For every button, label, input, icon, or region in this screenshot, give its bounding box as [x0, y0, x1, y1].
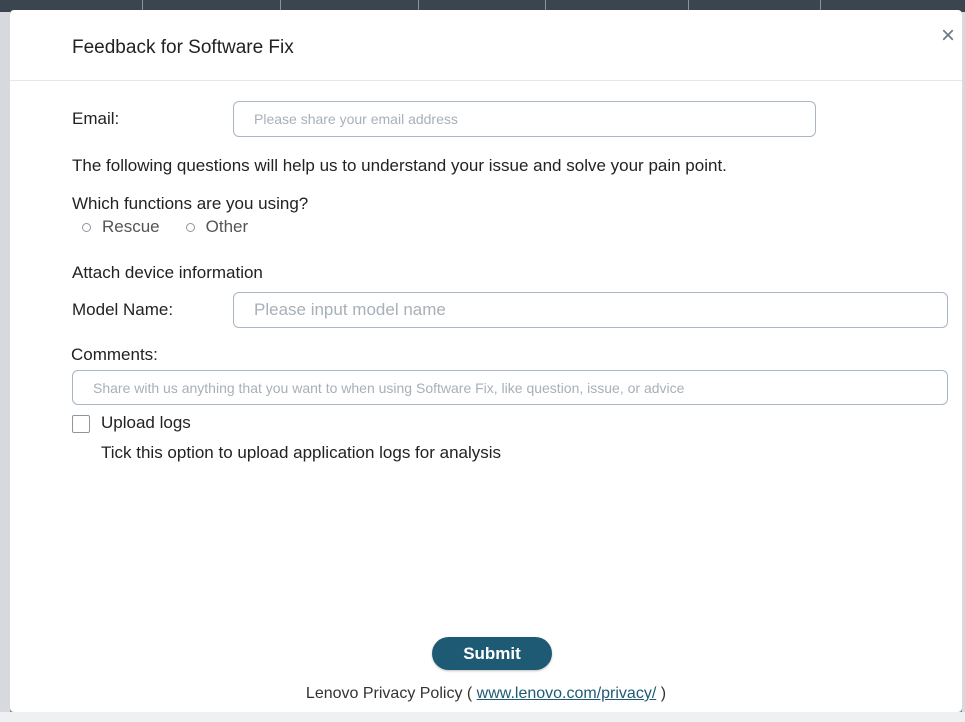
dialog-header: Feedback for Software Fix ×	[10, 10, 962, 81]
radio-label: Rescue	[102, 217, 160, 236]
functions-radio-group: Rescue Other	[82, 216, 274, 238]
privacy-policy: Lenovo Privacy Policy ( www.lenovo.com/p…	[10, 685, 962, 703]
radio-unchecked-icon	[185, 222, 195, 232]
radio-unchecked-icon	[82, 222, 91, 232]
email-label: Email:	[72, 109, 120, 128]
close-icon[interactable]: ×	[936, 24, 960, 48]
dialog-title: Feedback for Software Fix	[72, 37, 294, 58]
radio-rescue[interactable]: Rescue	[82, 217, 160, 237]
email-field[interactable]	[233, 101, 816, 137]
submit-button[interactable]: Submit	[432, 637, 552, 670]
comments-field[interactable]	[72, 370, 948, 405]
upload-logs-hint: Tick this option to upload application l…	[101, 443, 502, 462]
privacy-link[interactable]: www.lenovo.com/privacy/	[477, 685, 657, 702]
feedback-dialog: Feedback for Software Fix × Email: The f…	[10, 10, 962, 712]
functions-question: Which functions are you using?	[72, 194, 309, 213]
comments-label: Comments:	[71, 345, 158, 364]
model-label: Model Name:	[72, 300, 174, 319]
privacy-suffix: )	[656, 685, 667, 702]
upload-logs-checkbox[interactable]	[72, 415, 90, 433]
upload-logs-label: Upload logs	[101, 413, 191, 432]
privacy-prefix: Lenovo Privacy Policy (	[305, 685, 477, 702]
radio-label: Other	[205, 217, 249, 236]
intro-text: The following questions will help us to …	[72, 156, 727, 175]
background-panel-left	[0, 12, 10, 722]
background-panel-bottom	[0, 712, 965, 722]
radio-other[interactable]: Other	[185, 217, 249, 237]
attach-heading: Attach device information	[72, 263, 263, 282]
model-name-field[interactable]	[233, 292, 948, 328]
